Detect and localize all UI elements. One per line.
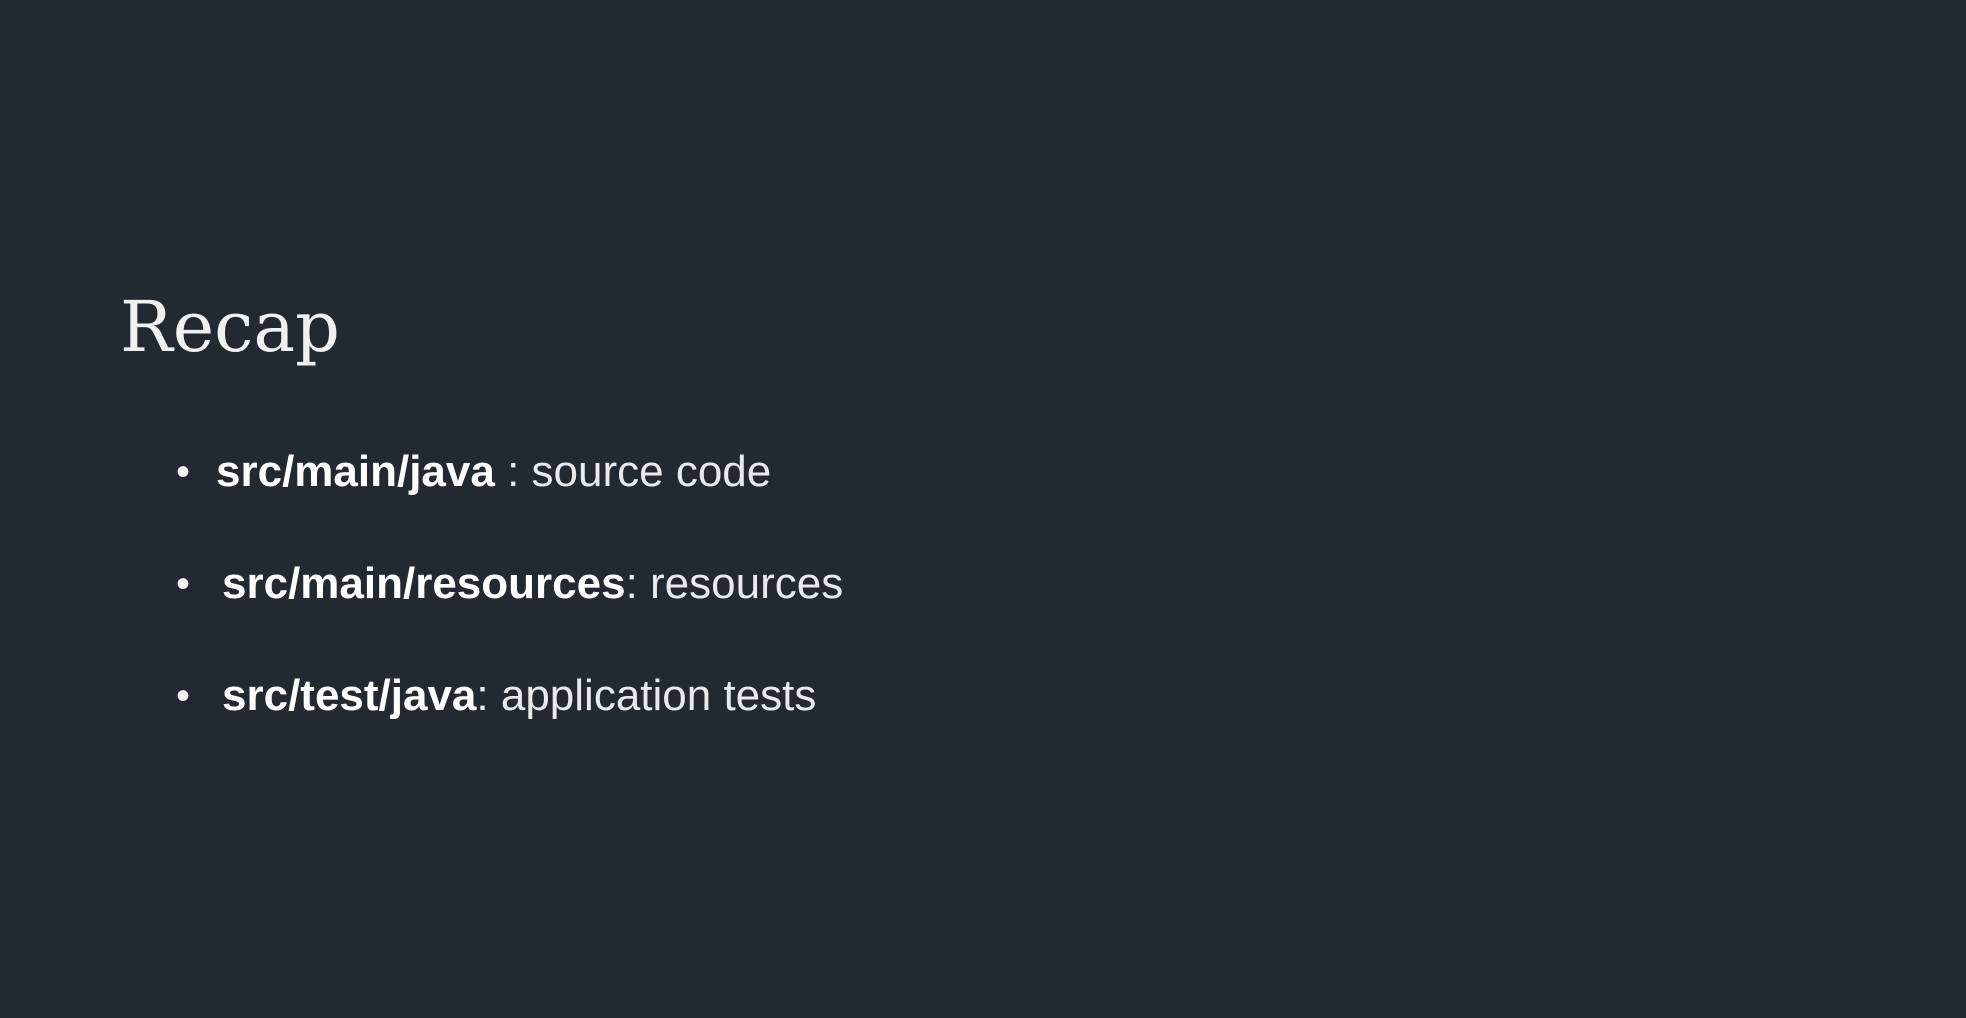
bullet-dot-icon: • (176, 674, 191, 718)
bullet-description: source code (531, 447, 772, 496)
bullet-item-application-tests: • src/test/java: application tests (0, 666, 1200, 726)
bullet-dot-icon: • (176, 562, 191, 606)
bullet-item-resources: • src/main/resources: resources (0, 554, 1200, 614)
bullet-text: src/main/resources: resources (222, 554, 843, 614)
slide: Recap • src/main/java : source code • sr… (0, 0, 1966, 1018)
bullet-separator: : (476, 671, 501, 720)
slide-title: Recap (120, 286, 340, 368)
bullet-item-source-code: • src/main/java : source code (0, 442, 1200, 502)
bullet-description: application tests (500, 671, 817, 720)
bullet-description: resources (650, 559, 844, 608)
bullet-separator: : (494, 447, 532, 496)
bullet-path: src/main/java (216, 447, 495, 496)
bullet-dot-icon: • (176, 450, 191, 494)
bullet-text: src/main/java : source code (216, 442, 771, 502)
bullet-text: src/test/java: application tests (222, 666, 816, 726)
bullet-separator: : (625, 559, 651, 608)
bullet-path: src/main/resources (222, 559, 626, 608)
bullet-path: src/test/java (222, 671, 477, 720)
